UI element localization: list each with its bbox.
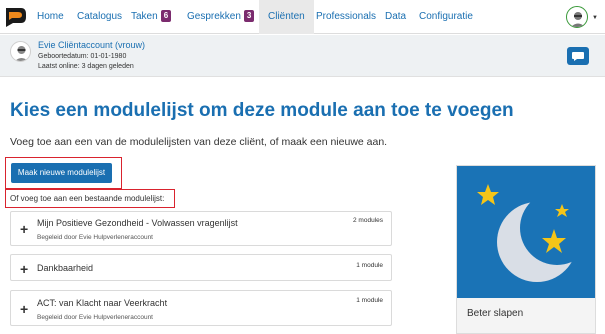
user-avatar-icon xyxy=(571,12,585,27)
plus-icon[interactable]: + xyxy=(20,222,28,236)
gesprekken-count-badge: 3 xyxy=(243,10,255,22)
chevron-down-icon[interactable]: ▼ xyxy=(592,15,598,21)
moon-icon xyxy=(477,184,577,282)
user-avatar[interactable] xyxy=(566,6,588,28)
module-card-beter-slapen[interactable]: Beter slapen xyxy=(456,165,596,334)
nav-taken[interactable]: Taken 6 xyxy=(131,0,172,34)
module-list-count: 2 modules xyxy=(353,217,383,224)
client-avatar xyxy=(10,41,31,62)
module-list-item[interactable]: + Dankbaarheid 1 module xyxy=(10,254,392,281)
existing-list-label: Of voeg toe aan een bestaande modulelijs… xyxy=(10,194,165,203)
nav-home[interactable]: Home xyxy=(37,0,64,34)
nav-taken-label: Taken xyxy=(131,11,158,22)
plus-icon[interactable]: + xyxy=(20,302,28,316)
nav-configuratie[interactable]: Configuratie xyxy=(419,0,473,34)
nav-home-label: Home xyxy=(37,11,64,22)
star-icon xyxy=(477,184,499,205)
nav-professionals-label: Professionals xyxy=(316,11,377,22)
client-avatar-icon xyxy=(14,46,29,61)
chat-button[interactable] xyxy=(567,47,589,65)
nav-data-label: Data xyxy=(385,11,407,22)
module-list-title: ACT: van Klacht naar Veerkracht xyxy=(37,298,168,308)
nav-catalogus-label: Catalogus xyxy=(77,11,123,22)
client-last-online: Laatst online: 3 dagen geleden xyxy=(38,63,134,70)
top-navigation: Home Catalogus Taken 6 Gesprekken 3 Cliënt… xyxy=(0,0,605,34)
nav-clienten[interactable]: Cliënten xyxy=(259,0,314,34)
client-bar: Evie Cliëntaccount (vrouw) Geboortedatum… xyxy=(0,35,605,77)
nav-data[interactable]: Data xyxy=(385,0,406,34)
nav-gesprekken[interactable]: Gesprekken 3 xyxy=(187,0,255,34)
new-modulelist-button[interactable]: Maak nieuwe modulelijst xyxy=(11,163,112,183)
nav-clienten-label: Cliënten xyxy=(268,11,305,22)
nav-configuratie-label: Configuratie xyxy=(419,11,473,22)
moon-stars-image xyxy=(457,166,595,298)
module-list-title: Dankbaarheid xyxy=(37,263,94,273)
chat-icon xyxy=(572,52,584,61)
page-title: Kies een modulelijst om deze module aan … xyxy=(10,100,514,121)
module-list-guide: Begeleid door Evie Hulpverleneraccount xyxy=(37,234,153,241)
module-list-guide: Begeleid door Evie Hulpverleneraccount xyxy=(37,314,153,321)
module-list-count: 1 module xyxy=(356,297,383,304)
plus-icon[interactable]: + xyxy=(20,262,28,276)
intro-text: Voeg toe aan een van de modulelijsten va… xyxy=(10,136,388,148)
module-list-item[interactable]: + Mijn Positieve Gezondheid - Volwassen … xyxy=(10,211,392,246)
client-dob: Geboortedatum: 01-01-1980 xyxy=(38,53,127,60)
module-list-title: Mijn Positieve Gezondheid - Volwassen vr… xyxy=(37,218,238,228)
nav-professionals[interactable]: Professionals xyxy=(316,0,376,34)
nav-gesprekken-label: Gesprekken xyxy=(187,11,241,22)
client-name[interactable]: Evie Cliëntaccount (vrouw) xyxy=(38,40,145,50)
logo[interactable] xyxy=(3,6,27,28)
nav-catalogus[interactable]: Catalogus xyxy=(77,0,122,34)
taken-count-badge: 6 xyxy=(160,10,172,22)
module-list-count: 1 module xyxy=(356,262,383,269)
module-list-item[interactable]: + ACT: van Klacht naar Veerkracht Begele… xyxy=(10,290,392,326)
module-card-title: Beter slapen xyxy=(467,308,524,319)
